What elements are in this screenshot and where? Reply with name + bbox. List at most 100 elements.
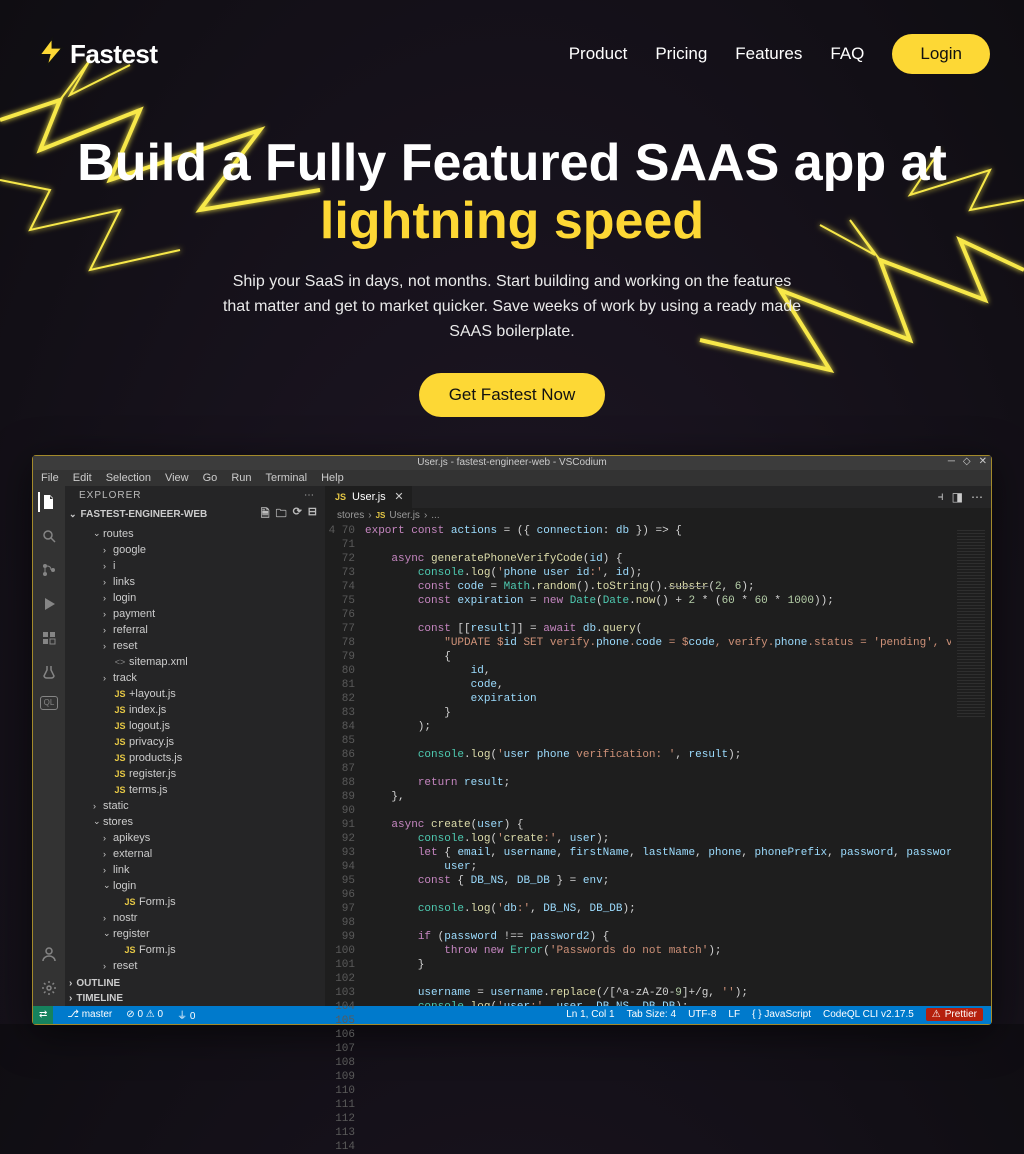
timeline-section[interactable]: ›TIMELINE [65,991,325,1006]
extensions-icon[interactable] [39,628,59,648]
accounts-icon[interactable] [39,944,59,964]
window-close-icon[interactable]: ✕ [979,456,987,467]
run-debug-icon[interactable] [39,594,59,614]
breadcrumbs[interactable]: stores› JS User.js› ... [325,508,991,524]
tree-item[interactable]: ⌄routes [65,526,325,542]
codeql-status[interactable]: CodeQL CLI v2.17.5 [823,1009,914,1020]
search-icon[interactable] [39,526,59,546]
prettier-status[interactable]: ⚠ Prettier [926,1008,983,1021]
menu-edit[interactable]: Edit [73,472,92,484]
menu-view[interactable]: View [165,472,189,484]
file-tree[interactable]: ⌄routes›google›i›links›login›payment›ref… [65,526,325,976]
nav-pricing[interactable]: Pricing [655,44,707,64]
tree-item[interactable]: ›apikeys [65,830,325,846]
tree-item[interactable]: ›google [65,542,325,558]
hero-title-line1: Build a Fully Featured SAAS app at [77,134,947,192]
tree-item[interactable]: JSproducts.js [65,750,325,766]
tab-userjs[interactable]: JS User.js ✕ [325,486,413,508]
compare-icon[interactable]: ⫞ [938,489,944,504]
tree-item[interactable]: ›payment [65,606,325,622]
hero-title-line2: lightning speed [320,192,704,250]
nav-links: Product Pricing Features FAQ Login [569,34,990,74]
minimap[interactable] [951,524,991,1006]
tab-close-icon[interactable]: ✕ [394,490,403,503]
branch-indicator[interactable]: ⎇ master [67,1009,112,1020]
tree-item[interactable]: JSterms.js [65,782,325,798]
new-file-icon[interactable]: 🗎 [261,505,270,524]
menu-help[interactable]: Help [321,472,344,484]
menu-terminal[interactable]: Terminal [266,472,308,484]
nav-features[interactable]: Features [735,44,802,64]
tree-item[interactable]: ›i [65,558,325,574]
menu-selection[interactable]: Selection [106,472,151,484]
tree-item[interactable]: ›referral [65,622,325,638]
tree-item[interactable]: ›links [65,574,325,590]
problems-indicator[interactable]: ⊘ 0 ⚠ 0 [126,1009,163,1020]
remote-indicator-icon[interactable]: ⇄ [33,1006,53,1024]
tree-item[interactable]: JSprivacy.js [65,734,325,750]
nav-product[interactable]: Product [569,44,628,64]
eol[interactable]: LF [728,1009,740,1020]
menu-run[interactable]: Run [231,472,251,484]
codeql-icon[interactable]: QL [40,696,58,710]
source-control-icon[interactable] [39,560,59,580]
explorer-sidebar: EXPLORER ⋯ ⌄FASTEST-ENGINEER-WEB 🗎 🗀 ⟳ ⊟… [65,486,325,1006]
refresh-icon[interactable]: ⟳ [293,505,302,524]
tree-item[interactable]: ›static [65,798,325,814]
new-folder-icon[interactable]: 🗀 [276,505,287,524]
project-name: FASTEST-ENGINEER-WEB [81,509,208,520]
tree-item[interactable]: JSindex.js [65,702,325,718]
activity-bar: QL [33,486,65,1006]
tree-item[interactable]: ⌄login [65,878,325,894]
cursor-position[interactable]: Ln 1, Col 1 [566,1009,614,1020]
brand-name: Fastest [70,39,158,70]
outline-section[interactable]: ›OUTLINE [65,976,325,991]
window-minimize-icon[interactable]: ─ [948,456,955,467]
tree-item[interactable]: JSForm.js [65,894,325,910]
explorer-more-icon[interactable]: ⋯ [304,490,315,501]
ports-indicator[interactable]: ⏚ 0 [177,1007,195,1022]
window-maximize-icon[interactable]: ◇ [963,456,971,467]
hero-title: Build a Fully Featured SAAS app at light… [60,134,964,250]
encoding[interactable]: UTF-8 [688,1009,716,1020]
tree-item[interactable]: ⌄register [65,926,325,942]
tree-item[interactable]: ›link [65,862,325,878]
tree-item[interactable]: ⌄stores [65,814,325,830]
settings-gear-icon[interactable] [39,978,59,998]
brand-logo[interactable]: Fastest [34,35,158,74]
nav-faq[interactable]: FAQ [830,44,864,64]
cta-button[interactable]: Get Fastest Now [419,373,606,417]
code-editor-window: User.js - fastest-engineer-web - VSCodiu… [32,455,992,1025]
language-mode[interactable]: { } JavaScript [752,1009,811,1020]
code-content[interactable]: export const actions = ({ connection: db… [365,524,951,1006]
editor-main: JS User.js ✕ ⫞ ◨ ⋯ stores› JS User.js› .… [325,486,991,1006]
tree-item[interactable]: ›login [65,590,325,606]
tree-item[interactable]: ›external [65,846,325,862]
explorer-icon[interactable] [38,492,58,512]
tab-size[interactable]: Tab Size: 4 [627,1009,676,1020]
menubar: File Edit Selection View Go Run Terminal… [33,470,991,486]
tree-item[interactable]: ›reset [65,638,325,654]
explorer-label: EXPLORER [79,490,141,501]
collapse-all-icon[interactable]: ⊟ [308,505,317,524]
tree-item[interactable]: JSregister.js [65,766,325,782]
tree-item[interactable]: ›track [65,670,325,686]
hero: Build a Fully Featured SAAS app at light… [0,74,1024,417]
menu-file[interactable]: File [41,472,59,484]
tree-item[interactable]: JSForm.js [65,942,325,958]
js-file-icon: JS [335,492,346,502]
status-bar: ⇄ ⎇ master ⊘ 0 ⚠ 0 ⏚ 0 Ln 1, Col 1 Tab S… [33,1006,991,1024]
login-button[interactable]: Login [892,34,990,74]
split-right-icon[interactable]: ◨ [952,490,963,504]
testing-icon[interactable] [39,662,59,682]
bolt-icon [34,35,68,74]
menu-go[interactable]: Go [203,472,218,484]
tree-item[interactable]: JS+layout.js [65,686,325,702]
tree-item[interactable]: <>sitemap.xml [65,654,325,670]
tree-item[interactable]: ›nostr [65,910,325,926]
window-titlebar: User.js - fastest-engineer-web - VSCodiu… [33,456,991,470]
hero-subtitle: Ship your SaaS in days, not months. Star… [222,270,802,344]
tree-item[interactable]: JSlogout.js [65,718,325,734]
more-actions-icon[interactable]: ⋯ [971,490,983,504]
tree-item[interactable]: ›reset [65,958,325,974]
